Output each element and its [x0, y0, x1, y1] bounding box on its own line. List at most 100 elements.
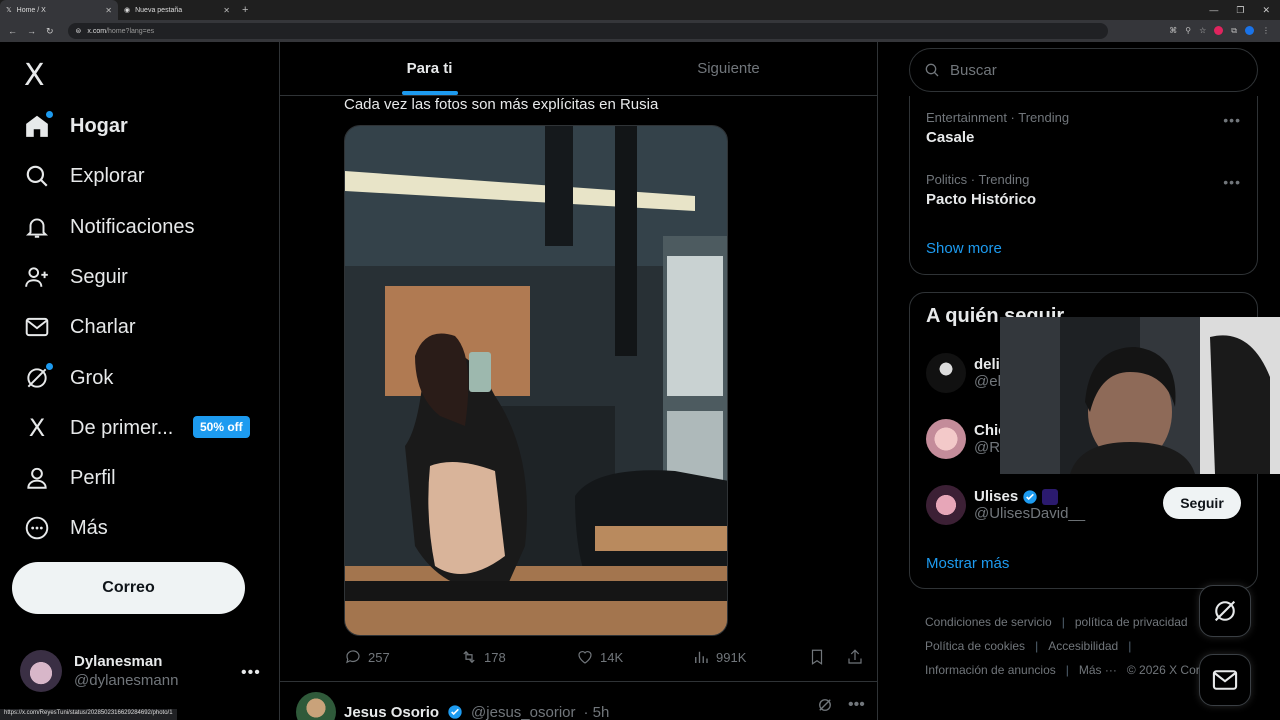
divider [280, 681, 877, 682]
avatar[interactable] [296, 692, 336, 720]
active-tab-indicator [401, 91, 458, 95]
forward-icon[interactable]: → [27, 26, 36, 36]
post-button[interactable]: Correo [12, 562, 245, 614]
post-more-icon[interactable]: ••• [848, 696, 865, 714]
tab-following[interactable]: Siguiente [579, 42, 877, 95]
account-more-icon[interactable]: ••• [241, 664, 261, 682]
grok-icon[interactable] [816, 696, 834, 714]
extension-icon[interactable] [1214, 26, 1224, 35]
url-host: x.com [87, 27, 107, 35]
nav-item-grok[interactable]: Grok [24, 358, 113, 398]
repost-button[interactable]: 178 [460, 648, 576, 666]
trend-name: Pacto Histórico [926, 191, 1037, 208]
messages-fab-button[interactable] [1199, 654, 1251, 706]
nav-label: Charlar [70, 315, 136, 338]
suggestion-handle: @el [974, 373, 1001, 390]
nav-item-profile[interactable]: Perfil [24, 458, 116, 498]
trends-show-more-link[interactable]: Show more [926, 240, 1002, 257]
translate-icon[interactable]: ⌘ [1169, 26, 1177, 36]
post-photo[interactable] [344, 125, 728, 636]
site-info-icon[interactable]: ⊜ [76, 27, 82, 35]
new-tab-icon[interactable]: + [236, 4, 254, 16]
window-close-icon[interactable]: ✕ [1262, 5, 1270, 16]
tab-for-you[interactable]: Para ti [280, 42, 579, 95]
author-handle[interactable]: @jesus_osorior [471, 704, 575, 720]
avatar [926, 353, 966, 393]
bookmark-icon[interactable] [808, 648, 826, 666]
timeline-tabs: Para ti Siguiente [280, 42, 877, 96]
nav-item-more[interactable]: Más [24, 508, 108, 548]
trend-item[interactable]: Entertainment · Trending Casale [926, 110, 1069, 146]
x-favicon-icon: 𝕏 [6, 7, 12, 14]
footer-link-cookies[interactable]: Política de cookies [925, 639, 1025, 653]
nav-item-chat[interactable]: Charlar [24, 307, 136, 347]
nav-item-follow[interactable]: Seguir [24, 257, 128, 297]
grok-icon [24, 363, 53, 391]
footer-link-terms[interactable]: Condiciones de servicio [925, 615, 1052, 629]
x-logo-icon[interactable]: X [24, 58, 45, 93]
extensions-puzzle-icon[interactable]: ⧉ [1231, 26, 1237, 36]
profile-avatar-icon[interactable] [1245, 26, 1254, 35]
nav-item-explore[interactable]: Explorar [24, 156, 144, 196]
browser-tab-title: Home / X [16, 6, 46, 14]
search-input[interactable]: Buscar [909, 48, 1258, 92]
avatar [926, 485, 966, 525]
footer-link-ads-info[interactable]: Información de anuncios [925, 663, 1056, 677]
url-field[interactable]: ⊜ x.com/home?lang=es [67, 23, 1108, 39]
back-icon[interactable]: ← [8, 26, 17, 36]
browser-tabbar: 𝕏 Home / X ✕ ◉ Nueva pestaña ✕ + — ❐ ✕ [0, 0, 1280, 20]
nav-item-premium[interactable]: X De primer... [24, 408, 174, 448]
like-button[interactable]: 14K [576, 648, 692, 666]
post-time[interactable]: · 5h [583, 704, 609, 720]
browser-tab-home[interactable]: 𝕏 Home / X ✕ [0, 0, 118, 20]
premium-discount-badge[interactable]: 50% off [193, 416, 250, 438]
follow-suggestion[interactable]: Chic @Re [926, 419, 1008, 459]
nav-item-notifications[interactable]: Notificaciones [24, 207, 195, 247]
trend-more-icon[interactable]: ••• [1223, 112, 1241, 128]
verified-badge-icon [1023, 489, 1037, 504]
nav-item-home[interactable]: Hogar [24, 106, 128, 146]
search-icon [925, 63, 939, 77]
close-tab-icon[interactable]: ✕ [223, 6, 230, 15]
author-name[interactable]: Jesus Osorio [344, 704, 439, 720]
nav-label: De primer... [70, 416, 174, 439]
footer-link-accessibility[interactable]: Accesibilidad [1048, 639, 1118, 653]
repost-count: 178 [484, 649, 506, 665]
views-button[interactable]: 991K [692, 648, 808, 666]
browser-tab-new[interactable]: ◉ Nueva pestaña ✕ [118, 0, 236, 20]
trends-panel: Entertainment · Trending Casale ••• Poli… [909, 96, 1258, 275]
follow-suggestion[interactable]: deli @el [926, 353, 1001, 393]
footer-link-more[interactable]: Más ··· [1079, 663, 1117, 677]
account-switcher[interactable]: Dylanesman @dylanesmann [20, 650, 178, 692]
restore-icon[interactable]: ❐ [1236, 5, 1244, 16]
follow-suggestion[interactable]: Ulises @UlisesDavid__ [926, 485, 1085, 525]
bookmark-star-icon[interactable]: ☆ [1199, 26, 1206, 36]
browser-menu-icon[interactable]: ⋮ [1262, 26, 1270, 36]
next-post-header[interactable]: Jesus Osorio @jesus_osorior · 5h [296, 692, 609, 720]
trend-more-icon[interactable]: ••• [1223, 174, 1241, 190]
reply-count: 257 [368, 649, 390, 665]
close-tab-icon[interactable]: ✕ [105, 6, 112, 15]
notification-dot [46, 363, 53, 370]
grok-fab-button[interactable] [1199, 585, 1251, 637]
heart-icon [578, 651, 592, 664]
person-icon [24, 465, 50, 491]
nav-label: Seguir [70, 265, 128, 288]
trend-item[interactable]: Politics · Trending Pacto Histórico [926, 172, 1036, 208]
share-icon[interactable] [846, 648, 864, 666]
nav-label: Hogar [70, 114, 128, 137]
reply-button[interactable]: 257 [344, 648, 460, 666]
nav-label: Grok [70, 366, 114, 389]
follow-button[interactable]: Seguir [1163, 487, 1241, 519]
next-post-icons: ••• [816, 696, 865, 714]
avatar [20, 650, 62, 692]
views-chart-icon [695, 651, 708, 663]
reload-icon[interactable]: ↻ [46, 26, 54, 37]
minimize-icon[interactable]: — [1209, 5, 1218, 16]
nav-label: Perfil [70, 466, 116, 489]
bell-icon [24, 214, 50, 240]
footer-link-privacy[interactable]: política de privacidad [1075, 615, 1188, 629]
zoom-icon[interactable]: ⚲ [1185, 26, 1191, 36]
trend-category: Entertainment · Trending [926, 110, 1070, 125]
follow-show-more-link[interactable]: Mostrar más [926, 555, 1009, 572]
